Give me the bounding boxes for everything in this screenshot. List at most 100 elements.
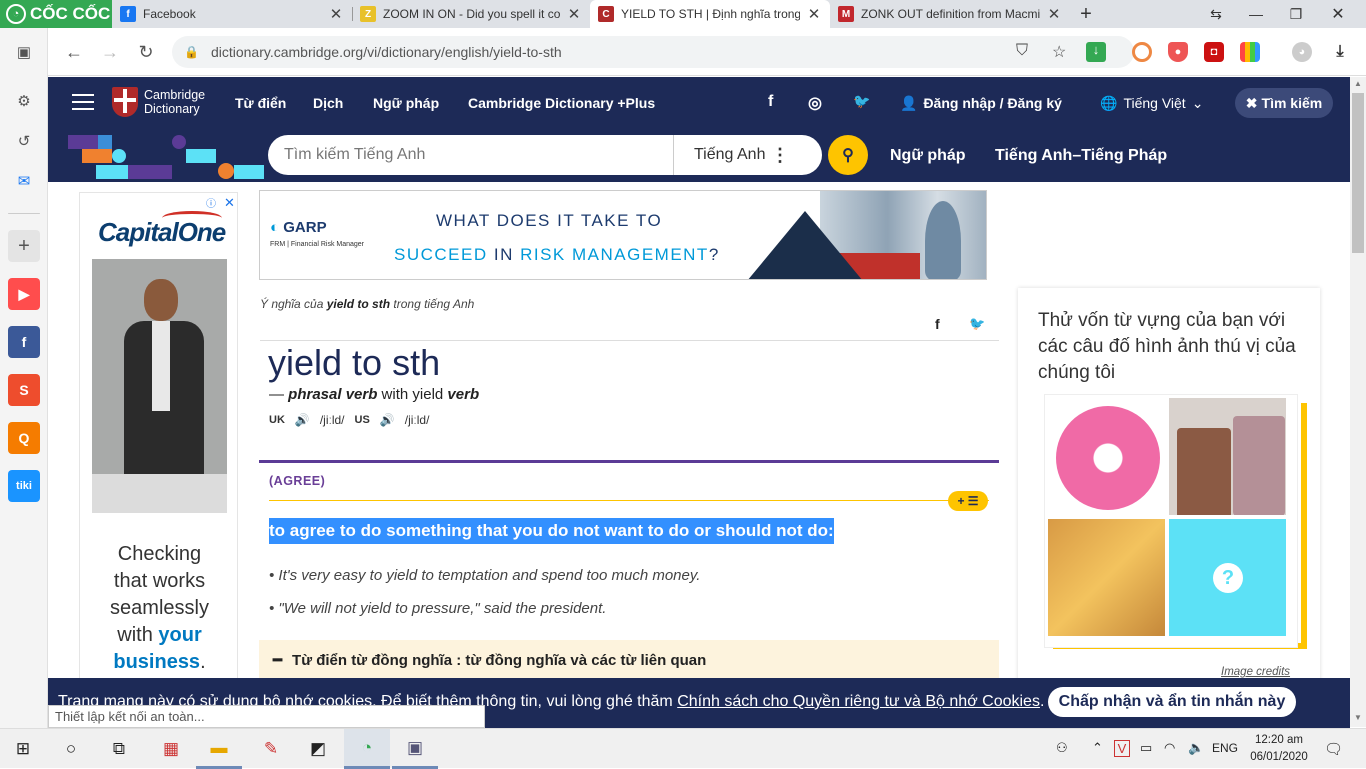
scroll-up-icon[interactable]: ▲ xyxy=(1350,79,1366,93)
taskbar-app-6-icon[interactable]: ▣ xyxy=(392,729,438,769)
adblock-extension-icon[interactable]: ● xyxy=(1168,42,1188,62)
battery-icon[interactable]: ▭ xyxy=(1140,740,1152,756)
coccoc-menu-button[interactable]: ◔ CỐC CỐC xyxy=(0,0,112,28)
input-language[interactable]: ENG xyxy=(1212,741,1238,755)
cortana-search-icon[interactable]: ○ xyxy=(48,729,94,769)
messenger-icon[interactable]: ✉ xyxy=(8,165,40,197)
notification-center-icon[interactable]: 🗨 xyxy=(1324,740,1343,758)
wifi-icon[interactable]: ◠ xyxy=(1164,740,1175,756)
search-input[interactable] xyxy=(268,146,673,164)
user-icon: 👤 xyxy=(900,94,918,111)
back-arrow-icon[interactable]: ← xyxy=(62,40,86,64)
cambridge-logo[interactable]: Cambridge Dictionary xyxy=(112,87,205,117)
image-credits-link[interactable]: Image credits xyxy=(1221,666,1290,678)
instagram-icon[interactable]: ◎ xyxy=(808,93,822,113)
coccoc-taskbar-icon[interactable]: ◔ xyxy=(344,729,390,769)
donut-image[interactable] xyxy=(1048,398,1165,515)
scroll-thumb[interactable] xyxy=(1352,93,1364,253)
reload-icon[interactable]: ↻ xyxy=(134,40,158,64)
image-quiz-card: Thử vốn từ vựng của bạn với các câu đố h… xyxy=(1018,288,1320,678)
thesaurus-toggle[interactable]: ━ Từ điển từ đồng nghĩa : từ đồng nghĩa v… xyxy=(259,640,999,678)
hamburger-menu-icon[interactable] xyxy=(72,94,94,110)
minimize-button[interactable]: — xyxy=(1236,0,1276,28)
people-icon[interactable]: ⚇ xyxy=(1056,740,1068,756)
profile-avatar-icon[interactable]: ◕ xyxy=(1292,42,1312,62)
search-app-icon[interactable]: Q xyxy=(8,422,40,454)
tab-yield-to-sth[interactable]: C YIELD TO STH | Định nghĩa trong Tiếng … xyxy=(590,0,830,28)
english-french-link[interactable]: Tiếng Anh–Tiếng Pháp xyxy=(995,129,1167,182)
tab-facebook[interactable]: f Facebook ✕ xyxy=(112,0,352,28)
forward-arrow-icon[interactable]: → xyxy=(98,40,122,64)
settings-icon[interactable]: ⚙ xyxy=(8,85,40,117)
dictionary-extension-icon[interactable]: ◘ xyxy=(1204,42,1224,62)
nav-grammar[interactable]: Ngữ pháp xyxy=(373,77,439,129)
taskbar-app-1-icon[interactable]: ▦ xyxy=(148,729,194,769)
nav-plus[interactable]: Cambridge Dictionary +Plus xyxy=(468,77,655,129)
search-toggle-button[interactable]: ✖ Tìm kiếm xyxy=(1235,88,1333,118)
scroll-down-icon[interactable]: ▼ xyxy=(1350,713,1366,727)
tray-app-icon[interactable]: V xyxy=(1114,740,1130,757)
example-2: • "We will not yield to pressure," said … xyxy=(269,600,607,617)
search-language-select[interactable]: Tiếng Anh ⋮ xyxy=(673,135,789,175)
download-page-icon[interactable]: ↓ xyxy=(1086,42,1106,62)
uk-audio-icon[interactable]: 🔊 xyxy=(295,413,310,427)
bookmark-star-icon[interactable]: ☆ xyxy=(1052,42,1066,62)
privacy-policy-link[interactable]: Chính sách cho Quyền riêng tư và Bộ nhớ … xyxy=(677,693,1040,710)
address-bar-row: ← → ↻ 🔒 dictionary.cambridge.org/vi/dict… xyxy=(48,28,1366,76)
capital-one-ad[interactable]: ⓘ ✕ CapitalOne Checking that works seaml… xyxy=(79,192,238,678)
login-link[interactable]: 👤 Đăng nhập / Đăng ký xyxy=(900,77,1062,129)
add-app-icon[interactable]: + xyxy=(8,230,40,262)
ad-close-icon[interactable]: ✕ xyxy=(224,195,235,211)
tray-expand-icon[interactable]: ⌃ xyxy=(1092,740,1103,756)
us-audio-icon[interactable]: 🔊 xyxy=(380,413,395,427)
shield-icon[interactable]: ⛉ xyxy=(1016,42,1028,60)
add-to-wordlist-button[interactable]: + ☰ xyxy=(948,491,988,511)
milkshake-image[interactable] xyxy=(1169,398,1286,515)
nav-dictionary[interactable]: Từ điển xyxy=(235,77,286,129)
nav-translate[interactable]: Dịch xyxy=(313,77,343,129)
accept-cookies-button[interactable]: Chấp nhận và ẩn tin nhắn này xyxy=(1048,687,1296,717)
tab-zoom-in-on[interactable]: Z ZOOM IN ON - Did you spell it corr ✕ xyxy=(352,0,590,28)
garp-banner-ad[interactable]: ◐ GARP FRM | Financial Risk Manager WHAT… xyxy=(259,190,987,280)
restore-button[interactable]: ❐ xyxy=(1276,0,1316,28)
facebook-icon[interactable]: f xyxy=(768,93,773,111)
chrome-extension-icon[interactable] xyxy=(1132,42,1152,62)
quiz-grid[interactable]: ? xyxy=(1044,394,1298,648)
tab-zonk-out[interactable]: M ZONK OUT definition from Macmillan ✕ xyxy=(830,0,1070,28)
new-tab-button[interactable]: + xyxy=(1066,0,1106,28)
omnibox[interactable]: 🔒 dictionary.cambridge.org/vi/dictionary… xyxy=(172,36,1134,68)
windows-start-icon[interactable]: ⊞ xyxy=(0,729,46,769)
ad-headline-2: SUCCEED IN RISK MANAGEMENT? xyxy=(394,245,720,264)
language-selector[interactable]: 🌐 Tiếng Việt ⌄ xyxy=(1100,77,1203,129)
system-clock[interactable]: 12:20 am 06/01/2020 xyxy=(1244,732,1314,766)
close-tab-icon[interactable]: ✕ xyxy=(328,5,344,23)
taskbar-app-3-icon[interactable]: ✎ xyxy=(248,729,294,769)
history-icon[interactable]: ↺ xyxy=(8,125,40,157)
close-tab-icon[interactable]: ✕ xyxy=(806,5,822,23)
volume-icon[interactable]: 🔈 xyxy=(1188,740,1204,756)
quiz-mystery-tile[interactable]: ? xyxy=(1169,519,1286,636)
file-explorer-icon[interactable]: ▬ xyxy=(196,729,242,769)
search-row: Tiếng Anh ⋮ ⚲ Ngữ pháp Tiếng Anh–Tiếng P… xyxy=(48,129,1350,182)
fish-chips-image[interactable] xyxy=(1048,519,1165,636)
taskbar-app-4-icon[interactable]: ◩ xyxy=(295,729,341,769)
page-scrollbar[interactable]: ▲ ▼ xyxy=(1350,77,1366,727)
downloads-icon[interactable]: ⤓ xyxy=(1330,42,1350,62)
close-tab-icon[interactable]: ✕ xyxy=(566,5,582,23)
share-facebook-icon[interactable]: f xyxy=(935,316,940,332)
twitter-icon[interactable]: 🐦 xyxy=(853,93,870,110)
close-tab-icon[interactable]: ✕ xyxy=(1046,5,1062,23)
close-window-button[interactable]: ✕ xyxy=(1318,0,1358,28)
youtube-app-icon[interactable]: ▶ xyxy=(8,278,40,310)
task-view-icon[interactable]: ⧉ xyxy=(96,729,142,769)
sidebar-toggle-icon[interactable]: ▣ xyxy=(8,36,40,68)
search-submit-button[interactable]: ⚲ xyxy=(828,135,868,175)
adchoices-icon[interactable]: ⓘ xyxy=(206,195,216,210)
color-extension-icon[interactable] xyxy=(1240,42,1260,62)
share-twitter-icon[interactable]: 🐦 xyxy=(969,316,985,332)
facebook-app-icon[interactable]: f xyxy=(8,326,40,358)
grammar-link[interactable]: Ngữ pháp xyxy=(890,129,966,182)
shopee-app-icon[interactable]: S xyxy=(8,374,40,406)
tab-search-icon[interactable]: ⇆ xyxy=(1196,0,1236,28)
tiki-app-icon[interactable]: tiki xyxy=(8,470,40,502)
